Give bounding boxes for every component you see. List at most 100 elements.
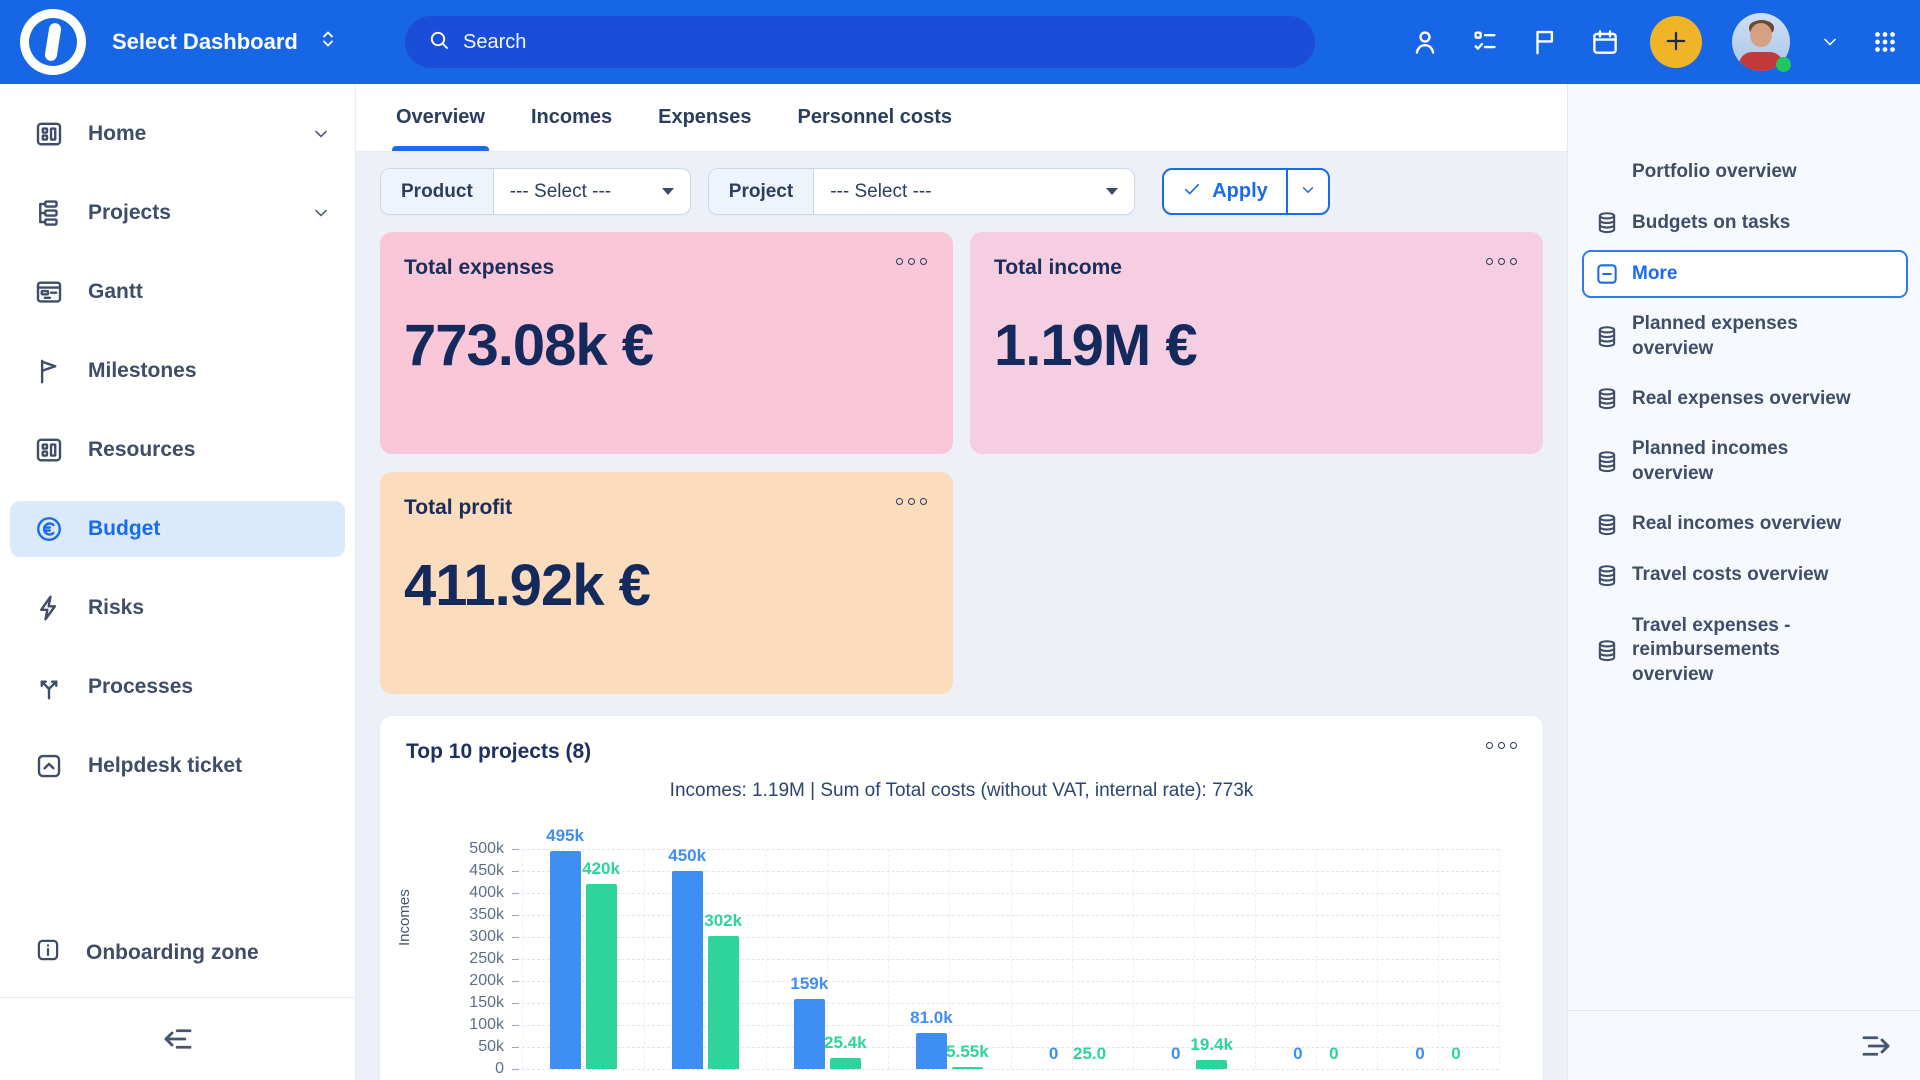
database-icon [1594,210,1620,236]
axis-tick [512,1003,519,1004]
sidebar-footer: Onboarding zone [0,925,355,1080]
database-icon [1594,638,1620,664]
panel-menu-kebab[interactable] [1482,738,1521,753]
sidebar-item-processes[interactable]: Processes [10,659,345,715]
y-tick-label: 350k [444,906,504,924]
right-panel-item-more[interactable]: More [1582,250,1908,298]
bar-group-6: 0 19.4k [1158,849,1230,1069]
profile-chevron-icon[interactable] [1820,32,1840,52]
sidebar-item-budget[interactable]: Budget [10,501,345,557]
tasks-icon-button[interactable] [1470,27,1500,57]
costs-bar[interactable] [586,884,617,1069]
search-input[interactable] [463,31,1293,54]
chevron-down-icon[interactable] [311,124,331,144]
bar-group-3: 159k25.4k [791,849,863,1069]
milestone-flag-icon [34,356,64,386]
costs-bar[interactable] [830,1058,861,1069]
sidebar-item-label: Risks [88,596,144,620]
product-filter-label: Product [381,169,494,214]
sidebar-item-home[interactable]: Home [10,106,345,162]
calendar-icon-button[interactable] [1590,27,1620,57]
bar-value-label: 19.4k [1190,1035,1233,1055]
quick-add-button[interactable] [1650,16,1702,68]
sidebar-item-resources[interactable]: Resources [10,422,345,478]
costs-bar[interactable] [1196,1060,1227,1069]
apply-options-button[interactable] [1286,170,1328,213]
bar-group-4: 81.0k5.55k [913,849,985,1069]
h-gridline [522,1069,1499,1070]
online-status-dot [1776,57,1791,72]
person-icon [1410,27,1440,57]
tab-overview[interactable]: Overview [396,84,485,151]
tab-personnel-costs[interactable]: Personnel costs [798,84,953,151]
y-tick-label: 450k [444,862,504,880]
right-panel-item-planned-expenses-overview[interactable]: Planned expenses overview [1582,301,1908,372]
profile-icon-button[interactable] [1410,27,1440,57]
right-panel-item-real-expenses-overview[interactable]: Real expenses overview [1582,375,1908,423]
incomes-bar[interactable] [916,1033,947,1069]
bar-slot: 302k [708,849,739,1069]
incomes-bar[interactable] [672,871,703,1069]
sidebar-item-label: Home [88,122,146,146]
sidebar-item-milestones[interactable]: Milestones [10,343,345,399]
right-panel-item-budgets-on-tasks[interactable]: Budgets on tasks [1582,199,1908,247]
right-panel-item-label: Portfolio overview [1632,160,1797,185]
bar-value-label: 25.0 [1073,1044,1106,1064]
sidebar-item-helpdesk-ticket[interactable]: Helpdesk ticket [10,738,345,794]
y-tick-label: 50k [444,1038,504,1056]
project-select[interactable]: --- Select --- [814,169,1134,214]
right-panel-item-portfolio-overview[interactable]: Portfolio overview [1582,148,1908,196]
app-logo-icon[interactable] [20,9,86,75]
expand-panel-button[interactable] [1858,1028,1894,1064]
sidebar-item-label: Helpdesk ticket [88,754,242,778]
card-total-income: Total income1.19M € [970,232,1543,454]
resources-icon [34,435,64,465]
sidebar-item-gantt[interactable]: Gantt [10,264,345,320]
apply-button[interactable]: Apply [1164,170,1286,213]
right-panel-item-travel-expenses-reimbursements-overview[interactable]: Travel expenses - reimbursements overvie… [1582,603,1908,699]
chevron-down-icon[interactable] [311,203,331,223]
filter-bar: Product --- Select --- Project --- Selec… [380,168,1543,215]
tab-expenses[interactable]: Expenses [658,84,751,151]
calendar-icon [1590,27,1620,57]
user-avatar[interactable] [1732,13,1790,71]
costs-bar[interactable] [952,1067,983,1069]
sidebar-item-label: Processes [88,675,193,699]
bar-value-label: 420k [582,859,620,879]
right-panel-item-real-incomes-overview[interactable]: Real incomes overview [1582,501,1908,549]
bar-slot: 0 [1318,849,1349,1069]
search-bar[interactable] [405,16,1315,68]
sidebar-item-onboarding-zone[interactable]: Onboarding zone [10,925,345,981]
y-tick-label: 150k [444,994,504,1012]
right-panel-item-travel-costs-overview[interactable]: Travel costs overview [1582,552,1908,600]
card-menu-kebab[interactable] [1482,254,1521,269]
card-value: 773.08k € [404,312,929,379]
bar-slot: 0 [1440,849,1471,1069]
tab-incomes[interactable]: Incomes [531,84,612,151]
incomes-bar[interactable] [794,999,825,1069]
sidebar-item-label: Budget [88,517,160,541]
bar-slot: 0 [1282,849,1313,1069]
card-title: Total expenses [404,256,929,280]
bar-slot: 25.0 [1074,849,1105,1069]
card-menu-kebab[interactable] [892,494,931,509]
bar-value-label: 0 [1171,1044,1180,1064]
collapse-sidebar-button[interactable] [160,1021,196,1057]
right-panel-item-planned-incomes-overview[interactable]: Planned incomes overview [1582,426,1908,497]
app-shell: Home Projects Gantt Milestones Resources Budg… [0,84,1920,1080]
bar-slot: 450k [672,849,703,1069]
dashboard-selector[interactable]: Select Dashboard [112,27,340,57]
sidebar-item-label: Gantt [88,280,143,304]
sidebar-item-projects[interactable]: Projects [10,185,345,241]
sidebar-item-risks[interactable]: Risks [10,580,345,636]
y-tick-label: 300k [444,928,504,946]
bar-group-8: 00 [1402,849,1474,1069]
product-select[interactable]: --- Select --- [494,169,690,214]
card-menu-kebab[interactable] [892,254,931,269]
costs-bar[interactable] [708,936,739,1069]
incomes-bar[interactable] [550,851,581,1069]
apps-grid-button[interactable] [1870,27,1900,57]
y-tick-label: 400k [444,884,504,902]
check-icon [1182,179,1202,205]
flag-icon-button[interactable] [1530,27,1560,57]
